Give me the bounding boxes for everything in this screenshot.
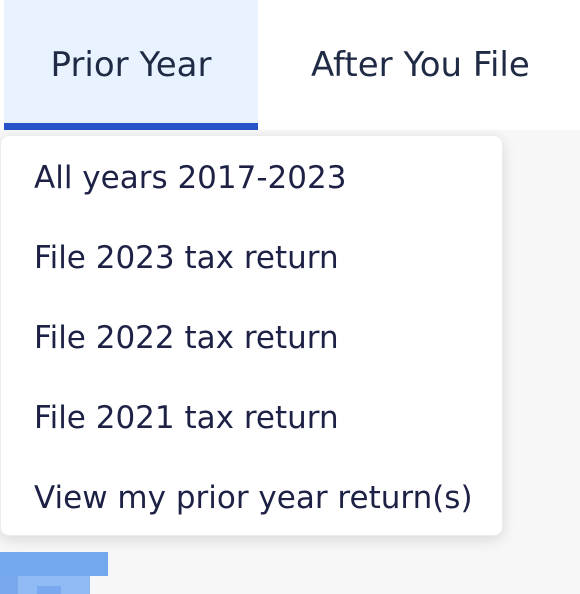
tab-prior-year[interactable]: Prior Year <box>4 0 258 130</box>
tab-after-you-file-label: After You File <box>311 45 530 85</box>
tab-after-you-file[interactable]: After You File <box>283 0 573 130</box>
prior-year-dropdown-menu: All years 2017-2023 File 2023 tax return… <box>0 135 503 536</box>
menu-item-file-2023[interactable]: File 2023 tax return <box>34 243 339 274</box>
illustration-shade-left <box>0 576 18 594</box>
top-navigation: Prior Year After You File <box>0 0 580 130</box>
menu-item-file-2021[interactable]: File 2021 tax return <box>34 403 339 434</box>
menu-item-file-2022[interactable]: File 2022 tax return <box>34 323 339 354</box>
tab-prior-year-label: Prior Year <box>50 45 212 85</box>
illustration-blue-bar <box>0 552 108 576</box>
menu-item-view-prior-returns[interactable]: View my prior year return(s) <box>34 483 473 514</box>
menu-item-all-years[interactable]: All years 2017-2023 <box>34 163 346 194</box>
illustration-shade-center <box>37 586 61 594</box>
partial-blue-illustration <box>0 552 108 594</box>
browser-viewport: Prior Year After You File All years 2017… <box>0 0 580 594</box>
